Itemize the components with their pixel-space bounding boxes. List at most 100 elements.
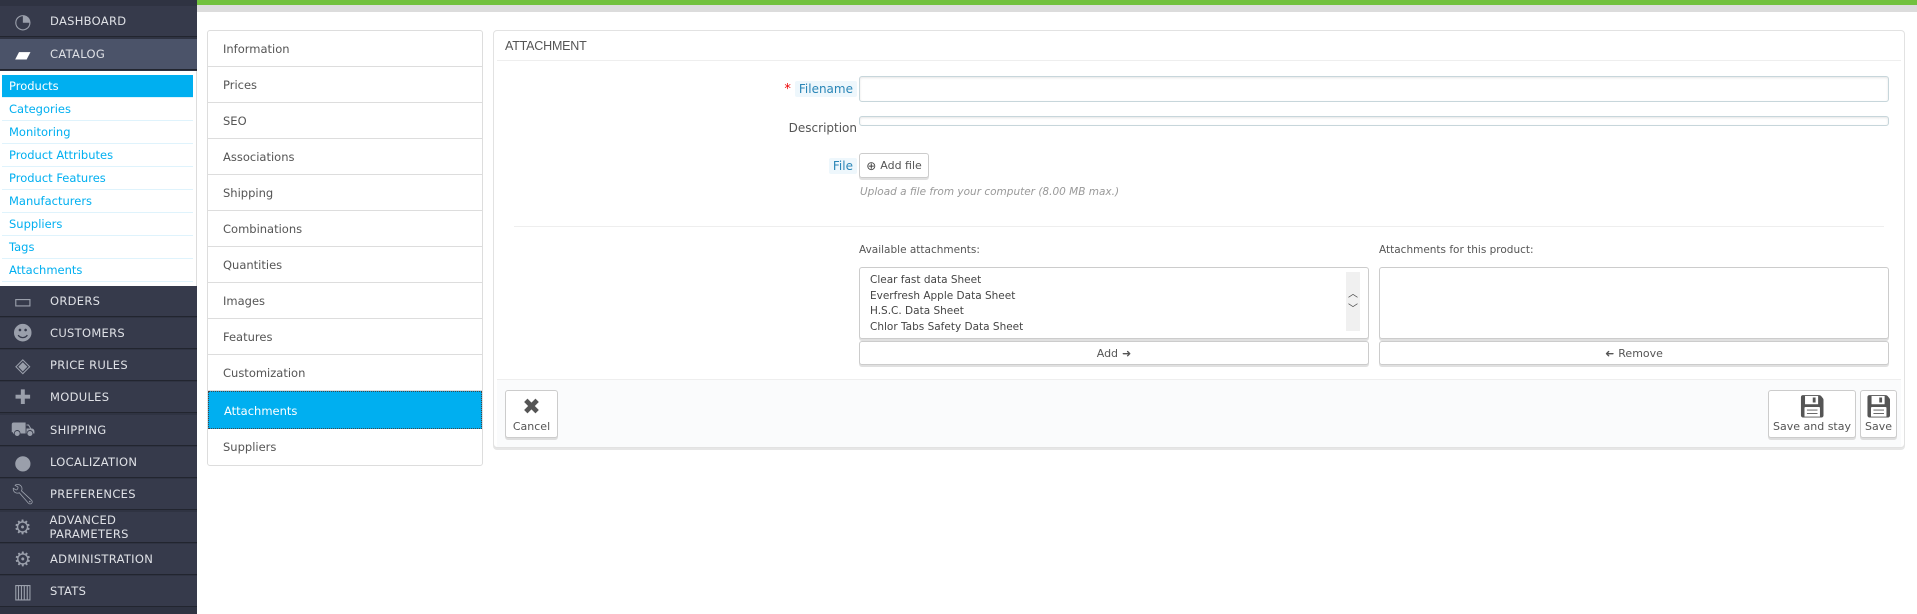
users-icon: ☻	[12, 321, 34, 345]
list-scrollbar[interactable]: ︿ ﹀	[1346, 272, 1360, 331]
puzzle-icon: ✚	[14, 385, 32, 409]
globe-icon: ●	[14, 450, 32, 474]
remove-attachment-button[interactable]: ➜ Remove	[1379, 341, 1889, 365]
submenu-manufacturers[interactable]: Manufacturers	[2, 190, 193, 213]
filename-input[interactable]	[859, 76, 1889, 102]
available-attachments-list[interactable]: Clear fast data Sheet Everfresh Apple Da…	[859, 267, 1369, 339]
truck-icon: ⛟	[10, 416, 36, 441]
nav-label: STATS	[50, 584, 87, 598]
nav-label: MODULES	[50, 390, 110, 404]
list-item[interactable]: Chlor Tabs Safety Data Sheet	[860, 320, 1368, 336]
arrow-left-icon: ➜	[1605, 346, 1615, 360]
submenu-categories[interactable]: Categories	[2, 98, 193, 121]
tab-combinations[interactable]: Combinations	[208, 211, 482, 247]
description-label: Description	[788, 121, 857, 135]
file-label: File	[828, 158, 857, 174]
tab-suppliers[interactable]: Suppliers	[208, 429, 482, 465]
tab-quantities[interactable]: Quantities	[208, 247, 482, 283]
nav-stats[interactable]: ▥ STATS	[0, 576, 197, 607]
nav-advanced-parameters[interactable]: ⚙ ADVANCED PARAMETERS	[0, 512, 197, 543]
tab-customization[interactable]: Customization	[208, 355, 482, 391]
save-icon: 💾︎	[1798, 394, 1826, 420]
required-mark: *	[784, 82, 791, 97]
nav-label: CATALOG	[50, 47, 106, 61]
save-icon: 💾︎	[1864, 394, 1893, 420]
add-label: Add	[1096, 346, 1119, 360]
upload-help-text: Upload a file from your computer (8.00 M…	[860, 186, 1120, 198]
submenu-tags[interactable]: Tags	[2, 236, 193, 259]
remove-label: Remove	[1618, 346, 1663, 360]
save-label: Save	[1864, 419, 1892, 433]
tab-images[interactable]: Images	[208, 283, 482, 319]
available-attachments-label: Available attachments:	[859, 244, 980, 256]
submenu-attachments[interactable]: Attachments	[2, 259, 193, 282]
save-and-stay-button[interactable]: 💾︎ Save and stay	[1768, 390, 1856, 438]
save-button[interactable]: 💾︎ Save	[1860, 390, 1897, 438]
top-grey-bar	[197, 5, 1917, 12]
tab-shipping[interactable]: Shipping	[208, 175, 482, 211]
nav-administration[interactable]: ⚙ ADMINISTRATION	[0, 544, 197, 575]
nav-price-rules[interactable]: ◈ PRICE RULES	[0, 350, 197, 381]
catalog-submenu: Products Categories Monitoring Product A…	[0, 71, 197, 286]
plus-circle-icon: ⊕	[866, 158, 877, 173]
list-item[interactable]: Everfresh Apple Data Sheet	[860, 289, 1368, 305]
submenu-suppliers[interactable]: Suppliers	[2, 213, 193, 236]
chevron-up-icon: ︿	[1348, 289, 1358, 300]
product-attachments-label: Attachments for this product:	[1379, 244, 1534, 256]
nav-label: CUSTOMERS	[50, 326, 126, 340]
submenu-product-attributes[interactable]: Product Attributes	[2, 144, 193, 167]
cancel-button[interactable]: ✖ Cancel	[505, 390, 558, 438]
tab-associations[interactable]: Associations	[208, 139, 482, 175]
list-item[interactable]: H.S.C. Data Sheet	[860, 304, 1368, 320]
attachment-panel: ATTACHMENT * Filename Description File ⊕ A…	[493, 30, 1905, 448]
nav-shipping[interactable]: ⛟ SHIPPING	[0, 415, 197, 446]
add-file-button[interactable]: ⊕ Add file	[859, 153, 929, 178]
product-attachments-list[interactable]	[1379, 267, 1889, 339]
submenu-monitoring[interactable]: Monitoring	[2, 121, 193, 144]
chevron-down-icon: ﹀	[1348, 304, 1358, 315]
nav-label: ADVANCED PARAMETERS	[49, 513, 129, 541]
tab-information[interactable]: Information	[208, 31, 482, 67]
arrow-right-icon: ➜	[1122, 346, 1132, 360]
nav-modules[interactable]: ✚ MODULES	[0, 382, 197, 413]
wrench-icon: 🔧︎	[10, 482, 36, 506]
nav-label: PRICE RULES	[50, 358, 128, 372]
add-attachment-button[interactable]: Add ➜	[859, 341, 1369, 365]
nav-catalog[interactable]: ▰ CATALOG	[0, 39, 197, 70]
nav-localization[interactable]: ● LOCALIZATION	[0, 447, 197, 478]
credit-card-icon: ▭	[13, 289, 33, 313]
close-icon: ✖	[522, 394, 541, 420]
cog-icon: ⚙	[13, 547, 33, 571]
nav-label: PREFERENCES	[50, 487, 136, 501]
tab-attachments[interactable]: Attachments	[208, 391, 482, 429]
divider	[514, 226, 1884, 227]
description-input[interactable]	[859, 116, 1889, 126]
nav-customers[interactable]: ☻ CUSTOMERS	[0, 318, 197, 349]
add-file-label: Add file	[880, 159, 922, 172]
product-tabs: Information Prices SEO Associations Ship…	[207, 30, 483, 466]
tags-icon: ◈	[15, 353, 31, 377]
nav-label: DASHBOARD	[50, 14, 127, 28]
tab-prices[interactable]: Prices	[208, 67, 482, 103]
panel-footer: ✖ Cancel 💾︎ Save and stay 💾︎ Save	[497, 379, 1901, 447]
nav-label: ADMINISTRATION	[50, 552, 154, 566]
cancel-label: Cancel	[512, 419, 551, 433]
tab-features[interactable]: Features	[208, 319, 482, 355]
cogs-icon: ⚙	[13, 515, 32, 539]
dashboard-icon: ◔	[14, 9, 32, 33]
book-icon: ▰	[15, 42, 31, 66]
list-item[interactable]: Clear fast data Sheet	[860, 273, 1368, 289]
filename-label-wrap: * Filename	[784, 81, 857, 97]
panel-title: ATTACHMENT	[497, 31, 1901, 61]
bar-chart-icon: ▥	[13, 579, 33, 603]
submenu-products[interactable]: Products	[2, 75, 193, 98]
sidebar: ◔ DASHBOARD ▰ CATALOG Products Categories …	[0, 0, 197, 614]
submenu-product-features[interactable]: Product Features	[2, 167, 193, 190]
tab-seo[interactable]: SEO	[208, 103, 482, 139]
nav-label: SHIPPING	[50, 423, 107, 437]
nav-preferences[interactable]: 🔧︎ PREFERENCES	[0, 479, 197, 510]
nav-dashboard[interactable]: ◔ DASHBOARD	[0, 6, 197, 37]
nav-orders[interactable]: ▭ ORDERS	[0, 286, 197, 317]
nav-label: ORDERS	[50, 294, 101, 308]
nav-label: LOCALIZATION	[50, 455, 138, 469]
